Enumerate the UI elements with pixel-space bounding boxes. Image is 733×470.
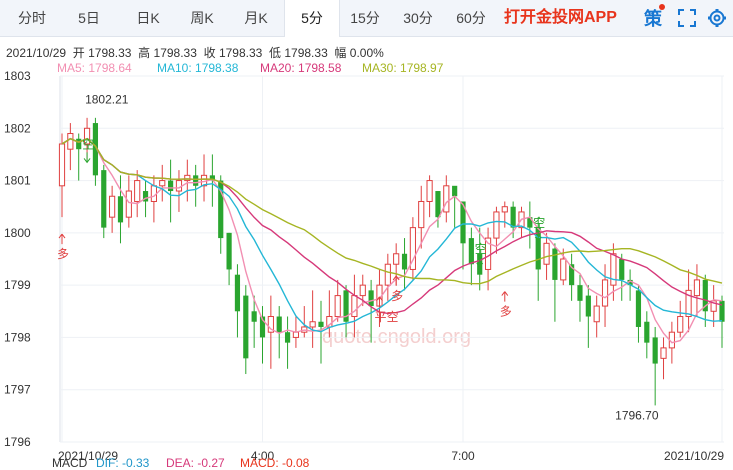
candle-body: [368, 290, 374, 307]
signal-label: 空: [82, 137, 94, 151]
signal-label: 平空: [374, 310, 398, 324]
candle-body: [125, 190, 132, 218]
signal-label: 空: [475, 242, 487, 256]
candle-body: [435, 191, 441, 218]
ma20-line: [61, 137, 723, 315]
candle-body: [109, 195, 116, 218]
candle-body: [652, 337, 658, 364]
y-tick-label: 1799: [4, 278, 31, 292]
candlestick-chart: quote.cngold.org 18031802180118001799179…: [4, 69, 725, 463]
candle-body: [359, 284, 366, 297]
candle-body: [226, 232, 232, 270]
candle-body: [677, 316, 684, 333]
candle-body: [159, 180, 166, 187]
candle-body: [501, 206, 508, 213]
candle-body: [635, 290, 642, 327]
candle-body: [693, 279, 701, 297]
candle-body: [334, 295, 341, 318]
y-tick-label: 1801: [4, 174, 31, 188]
candle-body: [577, 285, 583, 301]
y-tick-label: 1797: [4, 383, 31, 397]
candle-body: [276, 316, 282, 333]
candle-body: [619, 259, 625, 280]
candle-body: [76, 138, 82, 150]
candle-body: [610, 253, 617, 286]
y-tick-label: 1800: [4, 226, 31, 240]
candle-body: [426, 180, 433, 202]
candle-body: [644, 321, 650, 343]
signal-label: 多: [391, 289, 403, 303]
candle-body: [175, 180, 183, 192]
candle-body: [452, 185, 458, 197]
candle-body: [560, 258, 567, 281]
candle-body: [58, 143, 66, 187]
candle-body: [468, 238, 474, 265]
macd-value-label: MACD: -0.08: [240, 456, 310, 470]
candle-body: [168, 180, 174, 192]
candle-body: [117, 196, 124, 223]
candle-body: [493, 211, 500, 239]
candle-body: [401, 253, 408, 270]
candle-body: [351, 295, 358, 318]
candle-body: [193, 175, 199, 186]
signal-arrow-up: [501, 291, 509, 302]
candle-body: [510, 206, 516, 228]
candle-body: [585, 295, 591, 317]
dea-label: DEA: -0.27: [166, 456, 225, 470]
candle-body: [384, 263, 391, 286]
y-tick-label: 1796: [4, 435, 31, 449]
candle-body: [251, 311, 257, 322]
candle-body: [134, 180, 141, 202]
candle-body: [543, 242, 550, 265]
candle-body: [184, 174, 191, 182]
candle-body: [234, 274, 241, 312]
extreme-annotation: 1796.70: [615, 408, 659, 422]
candle-body: [443, 185, 450, 213]
signal-label: 多: [57, 247, 69, 261]
signal-arrow-down: [83, 152, 91, 164]
candle-body: [309, 321, 316, 328]
candle-body: [67, 133, 74, 150]
candle-body: [318, 321, 324, 327]
x-tick-label: 2021/10/29: [664, 449, 724, 463]
y-tick-label: 1803: [4, 69, 31, 83]
candle-body: [660, 347, 667, 359]
x-tick-label: 7:00: [451, 449, 475, 463]
candle-body: [393, 253, 400, 265]
macd-title: MACD: [52, 456, 88, 470]
candle-body: [243, 295, 249, 359]
signal-label: 空: [533, 216, 545, 230]
y-tick-label: 1802: [4, 121, 31, 135]
candle-body: [418, 200, 425, 229]
extreme-annotation: 1802.21: [85, 92, 129, 106]
candle-body: [292, 331, 300, 338]
candle-body: [284, 332, 291, 343]
candle-body: [101, 170, 107, 228]
candle-body: [552, 248, 558, 280]
candle-body: [593, 305, 600, 323]
candle-body: [601, 279, 609, 307]
dif-label: DIF: -0.33: [96, 456, 150, 470]
y-tick-label: 1798: [4, 330, 31, 344]
signal-label: 多: [500, 305, 512, 319]
